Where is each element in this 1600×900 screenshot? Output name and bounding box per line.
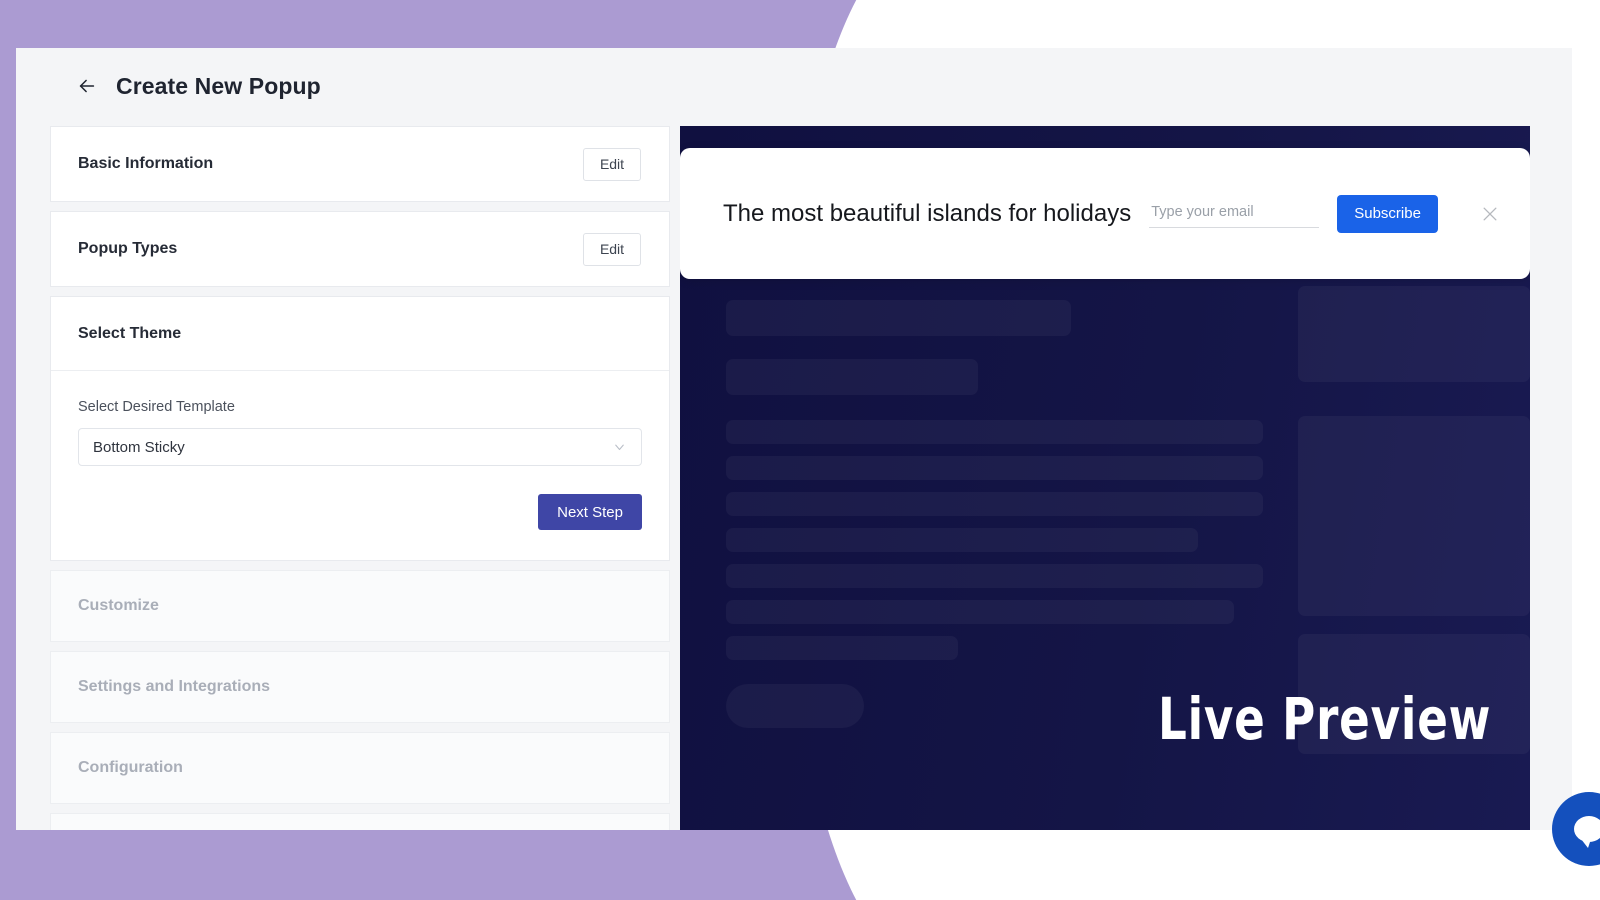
next-step-button[interactable]: Next Step — [538, 494, 642, 530]
screen-root: Create New Popup Basic Information Edit … — [0, 0, 1600, 900]
template-select[interactable]: Bottom Sticky — [78, 428, 642, 466]
app-panel: Create New Popup Basic Information Edit … — [16, 48, 1572, 830]
edit-basic-information-button[interactable]: Edit — [583, 148, 641, 181]
wizard-step-label: Popup Types — [78, 240, 177, 258]
wizard-step-label: Basic Information — [78, 155, 213, 173]
wizard-step-header: Customize — [51, 571, 669, 641]
preview-skeleton-block — [1298, 286, 1530, 382]
wizard-step-all-done: All Done — [50, 813, 670, 830]
close-icon[interactable] — [1480, 204, 1500, 224]
preview-skeleton-block — [726, 636, 958, 660]
edit-popup-types-button[interactable]: Edit — [583, 233, 641, 266]
preview-skeleton-block — [726, 456, 1263, 480]
select-theme-body: Select Desired Template Bottom Sticky Ne… — [51, 371, 669, 560]
page-header: Create New Popup — [16, 48, 1572, 124]
preview-skeleton-block — [726, 492, 1263, 516]
wizard-step-header: Settings and Integrations — [51, 652, 669, 722]
wizard-steps: Basic Information Edit Popup Types Edit … — [50, 126, 670, 830]
popup-subscribe-button[interactable]: Subscribe — [1337, 195, 1438, 233]
wizard-step-label: Configuration — [78, 759, 183, 777]
wizard-step-label: Customize — [78, 597, 159, 615]
preview-skeleton-block — [726, 684, 864, 728]
wizard-step-select-theme[interactable]: Select Theme Select Desired Template Bot… — [50, 296, 670, 561]
template-field-label: Select Desired Template — [78, 399, 642, 415]
preview-skeleton-block — [1298, 416, 1530, 616]
chevron-down-icon — [612, 440, 627, 455]
wizard-step-header: Select Theme — [51, 297, 669, 371]
wizard-step-header: All Done — [51, 814, 669, 830]
popup-bottom-sticky-bar: The most beautiful islands for holidays … — [680, 148, 1530, 279]
wizard-step-header: Popup Types Edit — [51, 212, 669, 286]
preview-skeleton-block — [726, 564, 1263, 588]
page-title: Create New Popup — [116, 73, 321, 100]
template-select-value: Bottom Sticky — [93, 439, 185, 456]
wizard-step-customize: Customize — [50, 570, 670, 642]
wizard-step-configuration: Configuration — [50, 732, 670, 804]
live-preview-watermark: Live Preview — [1158, 690, 1491, 748]
preview-skeleton-block — [726, 528, 1198, 552]
wizard-step-label: Settings and Integrations — [78, 678, 270, 696]
preview-skeleton-block — [726, 300, 1071, 336]
step-actions: Next Step — [78, 494, 642, 530]
popup-headline: The most beautiful islands for holidays — [723, 200, 1131, 228]
wizard-step-header: Configuration — [51, 733, 669, 803]
wizard-step-popup-types[interactable]: Popup Types Edit — [50, 211, 670, 287]
wizard-step-settings-and-integrations: Settings and Integrations — [50, 651, 670, 723]
chat-bubble-glyph — [1574, 816, 1600, 842]
wizard-step-basic-information[interactable]: Basic Information Edit — [50, 126, 670, 202]
arrow-left-icon[interactable] — [74, 73, 100, 99]
wizard-step-header: Basic Information Edit — [51, 127, 669, 201]
wizard-step-label: Select Theme — [78, 325, 181, 343]
live-preview-panel: Live Preview The most beautiful islands … — [680, 126, 1530, 830]
preview-skeleton-block — [726, 359, 978, 395]
preview-skeleton-block — [726, 600, 1234, 624]
preview-skeleton-block — [726, 420, 1263, 444]
popup-email-input[interactable] — [1149, 200, 1319, 228]
